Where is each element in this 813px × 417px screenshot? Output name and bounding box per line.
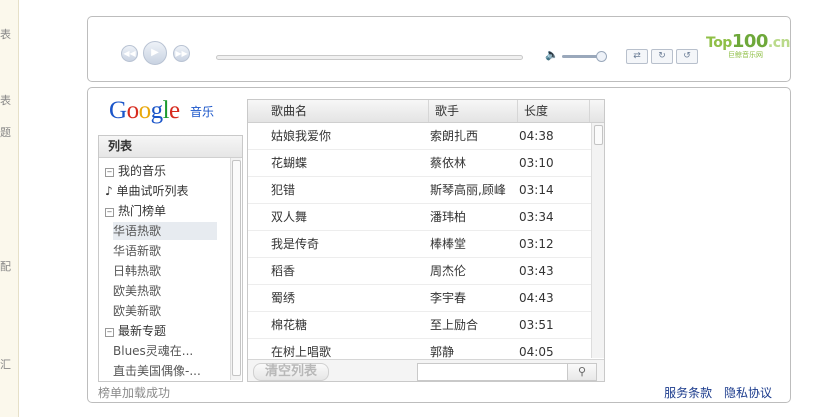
song-length: 03:51 (519, 318, 554, 332)
music-note-icon: ♪ (105, 184, 117, 198)
left-edge-strip: 表 表 题 配 汇 (0, 0, 19, 417)
privacy-link[interactable]: 隐私协议 (724, 386, 772, 400)
player-bar: ◀◀ ▶ ▶▶ 🔈 ⇄ ↻ ↺ Top100.cn 巨鲸音乐网 (87, 16, 791, 82)
magnifier-icon[interactable]: ⚲ (567, 363, 597, 381)
sidebar-scrollbar[interactable] (230, 158, 241, 380)
song-length: 04:38 (519, 129, 554, 143)
song-length: 03:34 (519, 210, 554, 224)
sidebar-item[interactable]: 华语新歌 (113, 242, 161, 260)
speaker-icon[interactable]: 🔈 (545, 48, 559, 61)
sidebar-item-label: 我的音乐 (118, 164, 167, 178)
volume-knob[interactable] (596, 51, 607, 62)
table-row[interactable]: 花蝴蝶 蔡依林 03:10 (248, 150, 591, 177)
table-row[interactable]: 双人舞 潘玮柏 03:34 (248, 204, 591, 231)
terms-link[interactable]: 服务条款 (664, 386, 712, 400)
column-length[interactable]: 长度 (518, 100, 590, 122)
song-artist: 周杰伦 (430, 264, 467, 278)
sidebar-item[interactable]: ♪ 单曲试听列表 (105, 182, 189, 200)
play-icon[interactable]: ▶ (143, 41, 167, 65)
next-track-icon[interactable]: ▶▶ (173, 45, 190, 62)
sidebar-item[interactable]: Blues灵魂在... (113, 342, 193, 360)
song-length: 04:43 (519, 291, 554, 305)
sidebar-item[interactable]: − 我的音乐 (105, 162, 166, 180)
left-strip-char: 表 (0, 94, 11, 107)
status-text: 榜单加载成功 (98, 386, 171, 400)
search-input[interactable] (417, 363, 569, 381)
table-footer: 清空列表 ⚲ (248, 359, 604, 381)
sidebar-item[interactable]: − 最新专题 (105, 322, 166, 340)
prev-track-icon[interactable]: ◀◀ (121, 45, 138, 62)
left-strip-char: 题 (0, 126, 11, 139)
shuffle-icon[interactable]: ⇄ (626, 49, 648, 64)
sidebar-item-label: 华语新歌 (113, 244, 162, 258)
sidebar-item[interactable]: 日韩热歌 (113, 262, 161, 280)
repeat-icon[interactable]: ↻ (651, 49, 673, 64)
sidebar-item[interactable]: 欧美新歌 (113, 302, 161, 320)
sidebar-header: 列表 (99, 136, 242, 158)
sidebar-item-label: 欧美新歌 (113, 304, 162, 318)
song-title: 稻香 (271, 264, 296, 278)
song-title: 花蝴蝶 (271, 156, 308, 170)
collapse-icon[interactable]: − (105, 208, 114, 217)
left-strip-char: 汇 (0, 358, 11, 371)
song-rows: 姑娘我爱你 索朗扎西 04:38 花蝴蝶 蔡依林 03:10 犯错 斯琴高丽,顾峰 03:14 双… (248, 123, 591, 366)
song-table: 歌曲名 歌手 长度 姑娘我爱你 索朗扎西 04:38 花蝴蝶 蔡依林 03:10 犯错 斯琴高… (247, 99, 605, 382)
sidebar-item-label: 直击美国偶像-... (113, 364, 201, 378)
song-title: 犯错 (271, 183, 296, 197)
table-scrollbar[interactable] (591, 123, 604, 358)
table-header: 歌曲名 歌手 长度 (248, 100, 604, 123)
song-artist: 至上励合 (430, 318, 479, 332)
collapse-icon[interactable]: − (105, 168, 114, 177)
table-row[interactable]: 我是传奇 棒棒堂 03:12 (248, 231, 591, 258)
song-artist: 棒棒堂 (430, 237, 467, 251)
volume-slider[interactable] (562, 55, 600, 58)
sidebar-item-label: 日韩热歌 (113, 264, 162, 278)
table-row[interactable]: 姑娘我爱你 索朗扎西 04:38 (248, 123, 591, 150)
sidebar-item[interactable]: 欧美热歌 (113, 282, 161, 300)
sidebar-item-label: 单曲试听列表 (116, 184, 189, 198)
table-row[interactable]: 蜀绣 李宇春 04:43 (248, 285, 591, 312)
song-title: 我是传奇 (271, 237, 320, 251)
song-length: 03:43 (519, 264, 554, 278)
music-panel: Google 音乐 列表 − 我的音乐 ♪ 单曲试听列表 − 热门榜单 华语热歌 华语新歌日… (87, 87, 791, 403)
sidebar-item-label: Blues灵魂在... (113, 344, 194, 358)
sidebar-item[interactable]: 华语热歌 (113, 222, 217, 240)
sidebar-item-label: 欧美热歌 (113, 284, 162, 298)
table-row[interactable]: 稻香 周杰伦 03:43 (248, 258, 591, 285)
top100-logo: Top100.cn 巨鲸音乐网 (706, 31, 791, 59)
google-logo: Google (109, 97, 180, 124)
song-artist: 蔡依林 (430, 156, 467, 170)
song-artist: 潘玮柏 (430, 210, 467, 224)
repeat-one-icon[interactable]: ↺ (676, 49, 698, 64)
table-row[interactable]: 棉花糖 至上励合 03:51 (248, 312, 591, 339)
left-strip-char: 配 (0, 260, 11, 273)
song-artist: 索朗扎西 (430, 129, 479, 143)
song-title: 双人舞 (271, 210, 308, 224)
table-row[interactable]: 犯错 斯琴高丽,顾峰 03:14 (248, 177, 591, 204)
sidebar-item[interactable]: 直击美国偶像-... (113, 362, 201, 380)
column-title[interactable]: 歌曲名 (265, 100, 429, 122)
collapse-icon[interactable]: − (105, 328, 114, 337)
song-artist: 斯琴高丽,顾峰 (430, 183, 506, 197)
sidebar-item[interactable]: − 热门榜单 (105, 202, 166, 220)
column-artist[interactable]: 歌手 (429, 100, 518, 122)
song-title: 蜀绣 (271, 291, 296, 305)
progress-bar[interactable] (216, 55, 523, 60)
sidebar-item-label: 热门榜单 (118, 204, 167, 218)
song-length: 03:12 (519, 237, 554, 251)
playlist-sidebar: 列表 − 我的音乐 ♪ 单曲试听列表 − 热门榜单 华语热歌 华语新歌 日韩热歌 欧美热歌 欧美新… (98, 135, 243, 382)
song-title: 棉花糖 (271, 318, 308, 332)
song-title: 姑娘我爱你 (271, 129, 332, 143)
song-length: 03:14 (519, 183, 554, 197)
clear-list-button[interactable]: 清空列表 (253, 363, 329, 381)
sidebar-item-label: 最新专题 (118, 324, 167, 338)
song-artist: 李宇春 (430, 291, 467, 305)
left-strip-char: 表 (0, 28, 11, 41)
sidebar-item-label: 华语热歌 (113, 224, 162, 238)
footer-links: 服务条款 隐私协议 (656, 384, 772, 401)
song-length: 03:10 (519, 156, 554, 170)
logo-subtitle: 音乐 (190, 105, 215, 119)
